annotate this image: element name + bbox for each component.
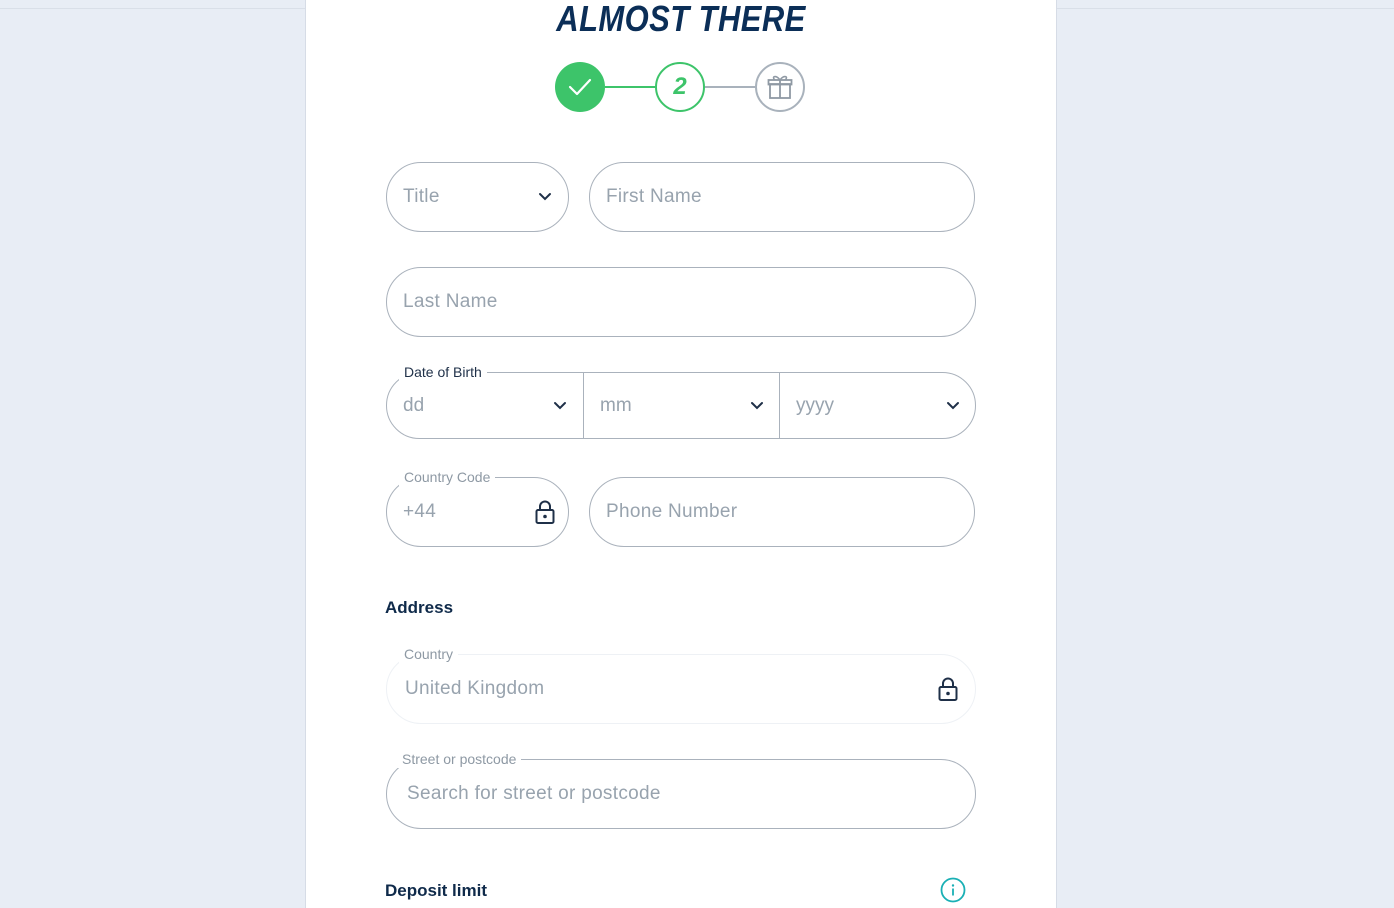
country-field: Country United Kingdom <box>386 645 976 724</box>
country-code-legend: Country Code <box>399 468 496 486</box>
registration-panel: ALMOST THERE 2 Title First Name Last Nam… <box>305 0 1057 908</box>
phone-number-field[interactable]: Phone Number <box>589 477 975 547</box>
lock-icon <box>535 500 555 524</box>
dob-month-placeholder: mm <box>600 394 632 416</box>
street-postcode-search[interactable]: Street or postcode Search for street or … <box>386 750 976 829</box>
chevron-down-icon <box>751 401 763 409</box>
date-of-birth-group: Date of Birth dd mm yyyy <box>386 363 976 439</box>
street-placeholder: Search for street or postcode <box>407 783 661 804</box>
dob-year-placeholder: yyyy <box>796 394 834 416</box>
dob-month-select[interactable]: mm <box>583 373 780 438</box>
country-code-field: Country Code +44 <box>386 468 569 547</box>
country-value: United Kingdom <box>405 678 545 699</box>
chevron-down-icon <box>554 401 566 409</box>
title-placeholder: Title <box>403 186 440 207</box>
last-name-field[interactable]: Last Name <box>386 267 976 337</box>
street-legend: Street or postcode <box>397 750 522 768</box>
step-2-label: 2 <box>673 73 687 100</box>
first-name-field[interactable]: First Name <box>589 162 975 232</box>
address-heading: Address <box>385 598 454 617</box>
info-icon[interactable] <box>940 877 966 903</box>
title-select[interactable]: Title <box>386 162 569 232</box>
gift-icon <box>767 75 793 99</box>
step-3-reward <box>755 62 805 112</box>
lock-icon <box>938 677 958 701</box>
dob-day-placeholder: dd <box>403 394 425 416</box>
chevron-down-icon <box>539 193 551 201</box>
page-title: ALMOST THERE <box>556 0 806 39</box>
last-name-placeholder: Last Name <box>403 291 498 312</box>
step-1-complete <box>555 62 605 112</box>
country-legend: Country <box>399 645 459 663</box>
country-code-value: +44 <box>403 501 437 522</box>
step-2-current: 2 <box>655 62 705 112</box>
progress-stepper: 2 <box>555 62 807 112</box>
step-connector-2 <box>705 86 755 88</box>
phone-number-placeholder: Phone Number <box>606 501 738 522</box>
dob-year-select[interactable]: yyyy <box>779 373 976 438</box>
first-name-placeholder: First Name <box>606 186 702 207</box>
deposit-limit-heading: Deposit limit <box>385 881 488 900</box>
dob-day-select[interactable]: dd <box>387 373 583 438</box>
step-connector-1 <box>605 86 655 88</box>
check-icon <box>568 78 592 96</box>
chevron-down-icon <box>947 401 959 409</box>
